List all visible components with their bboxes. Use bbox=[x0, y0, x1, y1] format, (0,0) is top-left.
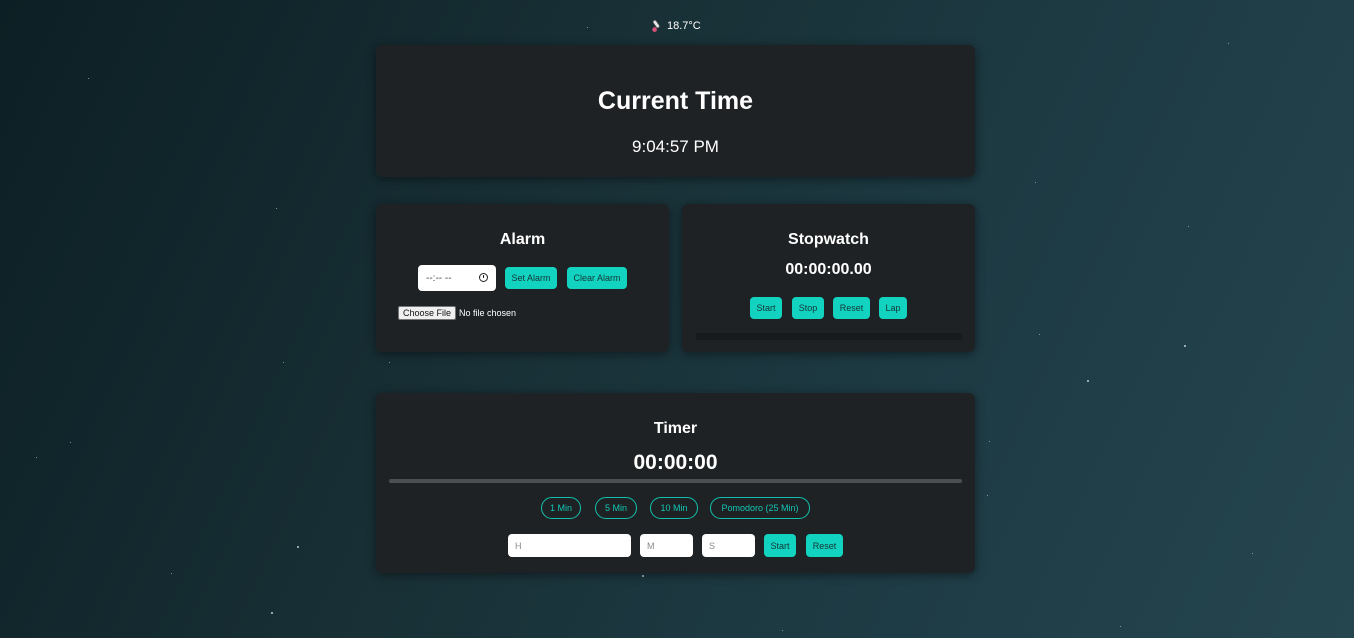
hours-placeholder: H bbox=[515, 540, 522, 551]
star bbox=[70, 442, 71, 443]
star bbox=[1188, 226, 1189, 227]
star bbox=[1184, 345, 1186, 347]
star bbox=[1035, 182, 1036, 183]
timer-seconds-input[interactable]: S bbox=[702, 534, 755, 557]
star bbox=[171, 573, 172, 574]
timer-hours-input[interactable]: H bbox=[508, 534, 631, 557]
preset-1-min-button[interactable]: 1 Min bbox=[541, 497, 581, 519]
star bbox=[587, 27, 588, 28]
stopwatch-reset-button[interactable]: Reset bbox=[833, 297, 870, 319]
alarm-title: Alarm bbox=[499, 231, 546, 248]
alarm-time-input[interactable]: --:-- -- bbox=[418, 265, 496, 291]
alarm-time-placeholder: --:-- -- bbox=[426, 272, 452, 284]
preset-10-min-button[interactable]: 10 Min bbox=[650, 497, 698, 519]
timer-title: Timer bbox=[653, 420, 698, 437]
star bbox=[88, 78, 89, 79]
timer-progress-bar bbox=[389, 479, 962, 483]
alarm-sound-file: Choose File No file chosen bbox=[398, 306, 516, 320]
timer-start-button[interactable]: Start bbox=[764, 534, 796, 557]
star bbox=[987, 495, 988, 496]
star bbox=[297, 546, 299, 548]
stopwatch-card: Stopwatch 00:00:00.00 Start Stop Reset L… bbox=[682, 204, 975, 352]
choose-file-button[interactable]: Choose File bbox=[398, 306, 457, 320]
file-status: No file chosen bbox=[459, 308, 517, 318]
star bbox=[989, 441, 990, 442]
preset-pomodoro-button[interactable]: Pomodoro (25 Min) bbox=[710, 497, 810, 519]
stopwatch-stop-button[interactable]: Stop bbox=[792, 297, 824, 319]
star bbox=[389, 362, 390, 363]
star bbox=[36, 457, 37, 458]
alarm-card: Alarm --:-- -- Set Alarm Clear Alarm Cho… bbox=[376, 204, 669, 352]
star bbox=[1120, 626, 1121, 627]
weather-display: 18.7°C bbox=[651, 19, 701, 33]
lap-list bbox=[696, 333, 962, 340]
star bbox=[1228, 43, 1229, 44]
clear-alarm-button[interactable]: Clear Alarm bbox=[567, 267, 627, 289]
timer-card: Timer 00:00:00 1 Min 5 Min 10 Min Pomodo… bbox=[376, 393, 975, 573]
timer-display: 00:00:00 bbox=[633, 451, 718, 474]
star bbox=[642, 575, 644, 577]
stopwatch-title: Stopwatch bbox=[788, 231, 869, 248]
clock-card: Current Time 9:04:57 PM bbox=[376, 45, 975, 177]
star bbox=[1087, 380, 1089, 382]
star bbox=[276, 208, 277, 209]
stopwatch-lap-button[interactable]: Lap bbox=[879, 297, 907, 319]
preset-5-min-button[interactable]: 5 Min bbox=[595, 497, 637, 519]
temperature-value: 18.7°C bbox=[667, 20, 701, 32]
clock-icon[interactable] bbox=[479, 273, 488, 282]
set-alarm-button[interactable]: Set Alarm bbox=[505, 267, 557, 289]
clock-title: Current Time bbox=[597, 87, 754, 115]
timer-minutes-input[interactable]: M bbox=[640, 534, 693, 557]
minutes-placeholder: M bbox=[647, 540, 655, 551]
stopwatch-start-button[interactable]: Start bbox=[750, 297, 782, 319]
star bbox=[1039, 334, 1040, 335]
star bbox=[271, 612, 273, 614]
star bbox=[782, 630, 783, 631]
star bbox=[1252, 553, 1253, 554]
current-time: 9:04:57 PM bbox=[632, 137, 719, 156]
thermometer-icon bbox=[652, 20, 660, 32]
star bbox=[283, 362, 284, 363]
stopwatch-display: 00:00:00.00 bbox=[785, 261, 872, 278]
timer-reset-button[interactable]: Reset bbox=[806, 534, 843, 557]
seconds-placeholder: S bbox=[709, 540, 716, 551]
